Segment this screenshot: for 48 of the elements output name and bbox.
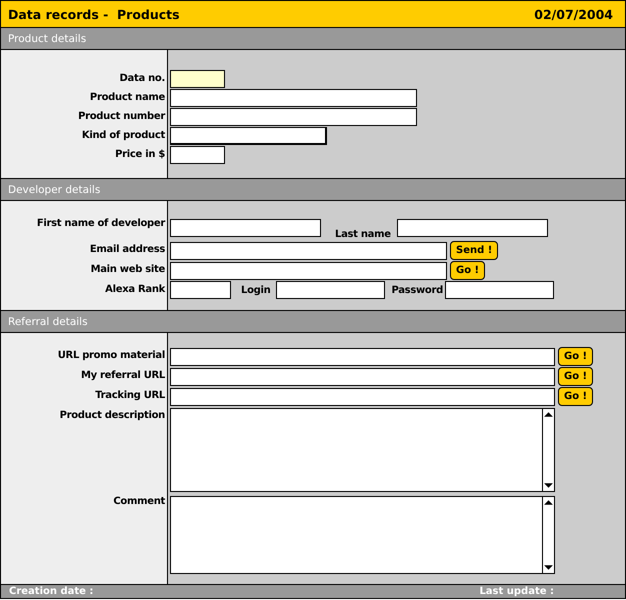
field-label: Email address [88,243,166,257]
input-field[interactable] [170,70,225,88]
input-field[interactable] [396,218,548,236]
page-title: Data records - Products [8,6,180,22]
date-text: 02/07/2004 [534,6,613,22]
input-field[interactable] [170,281,231,299]
field-label: Tracking URL [94,389,166,403]
input-field[interactable] [170,127,327,145]
input-field[interactable] [170,262,447,280]
input-field[interactable] [276,281,386,299]
action-button[interactable]: Go ! [558,367,594,386]
field-label: Alexa Rank [104,283,166,297]
action-button[interactable]: Send ! [450,241,498,260]
field-label: Last name [335,229,391,240]
last-update-label: Last update : [479,586,554,597]
field-label: First name of developer [36,217,166,231]
input-field[interactable] [170,368,555,386]
creation-date-label: Creation date : [9,586,94,597]
field-label: Kind of product [80,129,166,143]
input-field[interactable] [170,89,417,107]
section-header: Referral details [1,311,625,333]
section-header: Developer details [1,179,625,201]
field-label: Product name [88,91,166,105]
input-field[interactable] [444,281,554,299]
scrollbar[interactable] [542,409,554,491]
field-label: Data no. [118,72,166,86]
field-label: URL promo material [56,349,166,363]
field-label: Product description [58,409,166,423]
section-header: Product details [1,28,625,50]
action-button[interactable]: Go ! [558,387,594,406]
input-field[interactable] [170,218,321,236]
action-button[interactable]: Go ! [450,261,486,280]
textarea-field[interactable] [170,408,555,492]
field-label: Price in $ [114,148,166,162]
field-label: Comment [112,495,166,509]
action-button[interactable]: Go ! [558,347,594,366]
field-label: Main web site [90,263,166,277]
field-label: Password [391,284,443,296]
field-label: Login [241,284,270,296]
field-label: My referral URL [80,369,166,383]
field-label: Product number [77,110,166,124]
input-field[interactable] [170,242,447,260]
input-field[interactable] [170,146,225,164]
scrollbar[interactable] [542,497,554,573]
textarea-field[interactable] [170,496,555,574]
input-field[interactable] [170,348,555,366]
input-field[interactable] [170,388,555,406]
input-field[interactable] [170,108,417,126]
